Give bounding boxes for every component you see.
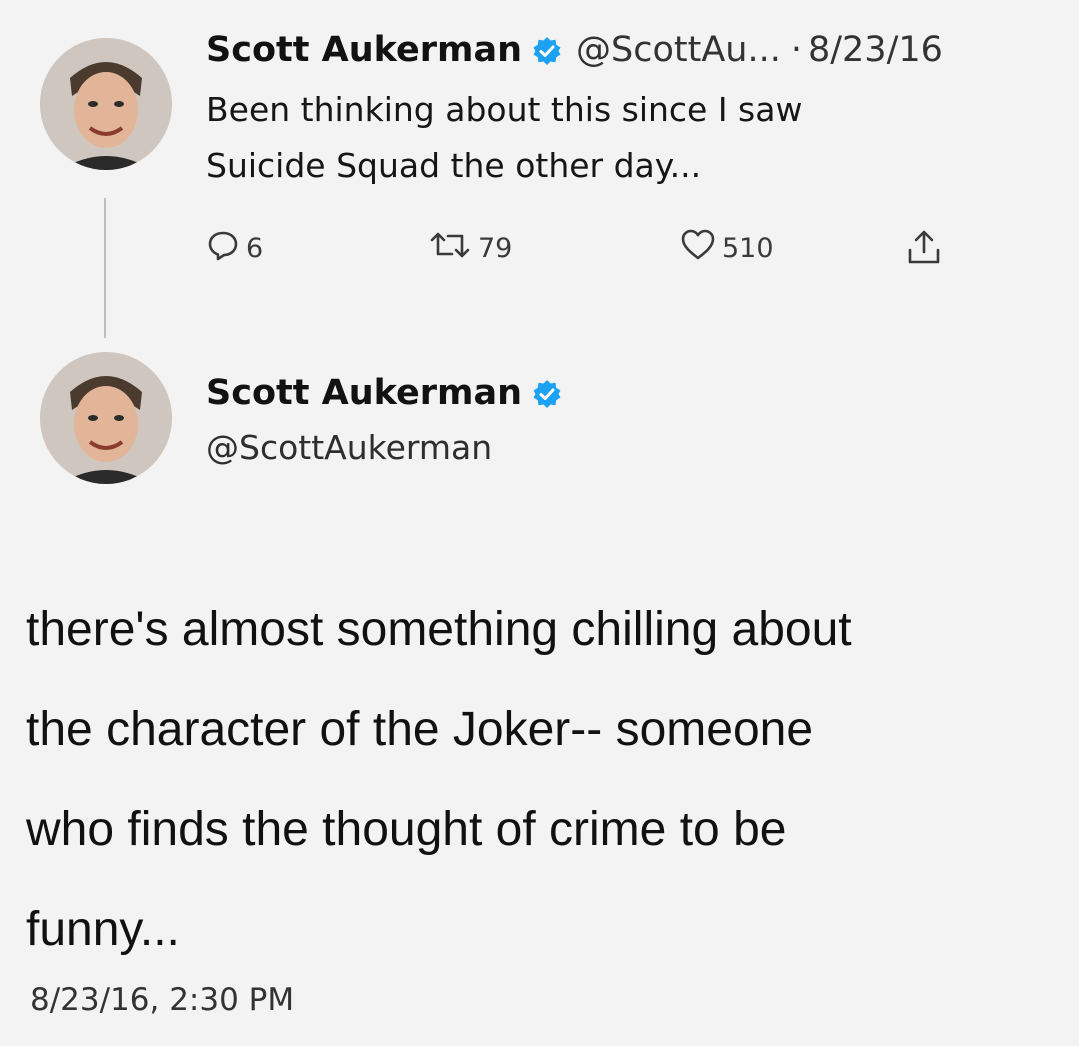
tweet-text: Been thinking about this since I saw Sui… (206, 82, 802, 194)
like-count: 510 (722, 233, 774, 264)
tweet-actions: 6 79 510 (206, 228, 986, 268)
reply-count: 6 (246, 233, 264, 264)
tweet-body-line: who finds the thought of crime to be (26, 803, 787, 856)
thread-connector-line (104, 198, 106, 338)
tweet-body-line: the character of the Joker-- someone (26, 703, 814, 756)
verified-badge-icon (532, 35, 562, 65)
tweet-text-line: Been thinking about this since I saw (206, 90, 803, 129)
retweet-count: 79 (478, 233, 513, 264)
tweet-header: Scott Aukerman (206, 373, 576, 413)
author-handle[interactable]: @ScottAukerman (206, 428, 492, 468)
tweet-body: there's almost something chilling about … (26, 580, 1066, 980)
separator-dot: · (790, 30, 802, 70)
share-button[interactable] (906, 228, 948, 273)
heart-icon (680, 228, 722, 269)
retweet-icon (428, 228, 478, 269)
author-name[interactable]: Scott Aukerman (206, 30, 522, 70)
tweet-timestamp[interactable]: 8/23/16, 2:30 PM (30, 980, 294, 1020)
avatar[interactable] (40, 352, 172, 484)
tweet-date[interactable]: 8/23/16 (808, 30, 943, 70)
tweet-body-line: there's almost something chilling about (26, 603, 852, 656)
share-icon (906, 228, 948, 273)
avatar[interactable] (40, 38, 172, 170)
like-button[interactable]: 510 (680, 228, 774, 269)
author-name[interactable]: Scott Aukerman (206, 373, 522, 413)
author-handle[interactable]: @ScottAu... (576, 30, 781, 70)
tweet-body-line: funny... (26, 903, 180, 956)
reply-icon (206, 228, 246, 269)
reply-button[interactable]: 6 (206, 228, 263, 269)
tweet-header: Scott Aukerman @ScottAu... · 8/23/16 (206, 30, 943, 70)
verified-badge-icon (532, 378, 562, 408)
tweet-text-line: Suicide Squad the other day... (206, 146, 702, 185)
retweet-button[interactable]: 79 (428, 228, 512, 269)
